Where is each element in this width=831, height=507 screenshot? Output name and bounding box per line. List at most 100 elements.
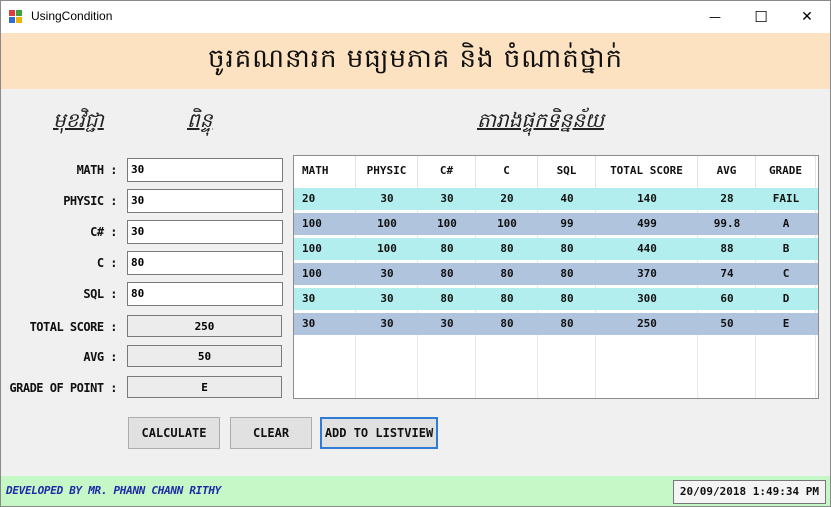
table-cell: 80: [560, 242, 574, 255]
table-cell: 80: [560, 317, 574, 330]
minimize-icon: —: [709, 10, 721, 24]
table-cell: 370: [637, 267, 657, 280]
table-row[interactable]: 100 30 80 80 80 370 74 C: [294, 263, 818, 285]
column-header[interactable]: PHYSIC: [356, 156, 418, 186]
table-cell: 100: [377, 242, 397, 255]
table-cell: 499: [637, 217, 657, 230]
maximize-button[interactable]: ☐: [738, 1, 784, 33]
table-cell: 80: [500, 267, 514, 280]
table-cell: 88: [720, 242, 734, 255]
score-input[interactable]: 30: [127, 220, 283, 244]
column-header[interactable]: AVG: [698, 156, 756, 186]
column-header[interactable]: MATH: [294, 156, 356, 186]
output-label: AVG :: [83, 350, 117, 364]
table-cell: 80: [500, 317, 514, 330]
calculate-button[interactable]: CALCULATE: [128, 417, 220, 449]
table-cell: 99: [560, 217, 574, 230]
table-cell: D: [782, 292, 790, 305]
scores-listview[interactable]: MATH PHYSIC C# C SQL TOTAL SCORE AVG GRADE 20 30…: [293, 155, 819, 399]
table-cell: B: [782, 242, 790, 255]
maximize-icon: ☐: [754, 8, 768, 26]
field-label: SQL :: [83, 287, 117, 301]
window-title: UsingCondition: [31, 9, 113, 23]
app-icon: [9, 10, 23, 24]
table-cell: 99.8: [713, 217, 741, 230]
result-output: E: [127, 376, 282, 398]
header-title: ចូរគណនារក មធ្យមភាគ និង ចំណាត់ថ្នាក់: [207, 44, 624, 74]
status-bar: DEVELOPED BY MR. PHANN CHANN RITHY 20/09…: [1, 476, 830, 506]
table-cell: 30: [440, 317, 454, 330]
result-output: 250: [127, 315, 282, 337]
score-input[interactable]: 30: [127, 158, 283, 182]
table-row[interactable]: 100 100 100 100 99 499 99.8 A: [294, 213, 818, 235]
table-cell: 80: [440, 267, 454, 280]
table-cell: 80: [500, 242, 514, 255]
table-cell: 100: [302, 217, 322, 230]
table-cell: 30: [380, 292, 394, 305]
score-heading: ពិន្ទុ: [187, 108, 213, 132]
output-label: TOTAL SCORE :: [29, 320, 118, 334]
table-cell: 30: [302, 292, 316, 305]
table-cell: 80: [560, 267, 574, 280]
column-header[interactable]: C#: [418, 156, 476, 186]
table-cell: 30: [302, 317, 316, 330]
table-row[interactable]: 20 30 30 20 40 140 28 FAIL: [294, 188, 818, 210]
table-heading: តារាងផ្ទុកទិន្នន័យ: [477, 108, 604, 132]
table-row[interactable]: 30 30 30 80 80 250 50 E: [294, 313, 818, 335]
app-window: UsingCondition — ☐ ✕ ចូរគណនារក មធ្យមភាគ …: [0, 0, 831, 507]
score-input[interactable]: 80: [127, 251, 283, 275]
table-cell: 28: [720, 192, 734, 205]
field-label: C# :: [90, 225, 117, 239]
field-label: PHYSIC :: [63, 194, 117, 208]
table-cell: 100: [437, 217, 457, 230]
field-label: MATH :: [76, 163, 118, 177]
table-cell: 100: [497, 217, 517, 230]
table-cell: FAIL: [772, 192, 800, 205]
column-header[interactable]: TOTAL SCORE: [596, 156, 698, 186]
developer-credit: DEVELOPED BY MR. PHANN CHANN RITHY: [6, 484, 221, 497]
table-cell: 80: [560, 292, 574, 305]
table-cell: 100: [377, 217, 397, 230]
close-button[interactable]: ✕: [784, 1, 830, 33]
table-cell: A: [782, 217, 790, 230]
table-cell: 80: [440, 292, 454, 305]
table-row[interactable]: 30 30 80 80 80 300 60 D: [294, 288, 818, 310]
output-label: GRADE OF POINT :: [9, 381, 117, 395]
add-to-listview-button[interactable]: ADD TO LISTVIEW: [320, 417, 438, 449]
close-icon: ✕: [801, 9, 813, 25]
score-input[interactable]: 80: [127, 282, 283, 306]
table-cell: 20: [302, 192, 316, 205]
table-cell: 300: [637, 292, 657, 305]
score-input[interactable]: 30: [127, 189, 283, 213]
field-label: C :: [96, 256, 118, 270]
table-cell: 30: [380, 267, 394, 280]
table-cell: 100: [302, 242, 322, 255]
clear-button[interactable]: CLEAR: [230, 417, 312, 449]
table-cell: 74: [720, 267, 734, 280]
table-cell: 30: [380, 317, 394, 330]
column-header[interactable]: C: [476, 156, 538, 186]
table-cell: 250: [637, 317, 657, 330]
table-cell: 50: [720, 317, 734, 330]
table-row[interactable]: 100 100 80 80 80 440 88 B: [294, 238, 818, 260]
table-cell: E: [782, 317, 790, 330]
table-cell: 100: [302, 267, 322, 280]
table-cell: 80: [440, 242, 454, 255]
table-cell: 20: [500, 192, 514, 205]
datetime-display: 20/09/2018 1:49:34 PM: [672, 480, 826, 504]
table-cell: 440: [637, 242, 657, 255]
table-cell: 30: [440, 192, 454, 205]
column-header[interactable]: GRADE: [756, 156, 816, 186]
table-cell: 60: [720, 292, 734, 305]
header-banner: ចូរគណនារក មធ្យមភាគ និង ចំណាត់ថ្នាក់: [1, 33, 830, 89]
column-header[interactable]: SQL: [538, 156, 596, 186]
table-cell: 30: [380, 192, 394, 205]
table-cell: 140: [637, 192, 657, 205]
table-cell: 80: [500, 292, 514, 305]
listview-header: MATH PHYSIC C# C SQL TOTAL SCORE AVG GRADE: [294, 156, 816, 186]
table-cell: C: [782, 267, 790, 280]
title-bar[interactable]: UsingCondition — ☐ ✕: [1, 1, 830, 33]
minimize-button[interactable]: —: [692, 1, 738, 33]
table-cell: 40: [560, 192, 574, 205]
subject-heading: មុខវិជ្ជា: [53, 108, 104, 132]
